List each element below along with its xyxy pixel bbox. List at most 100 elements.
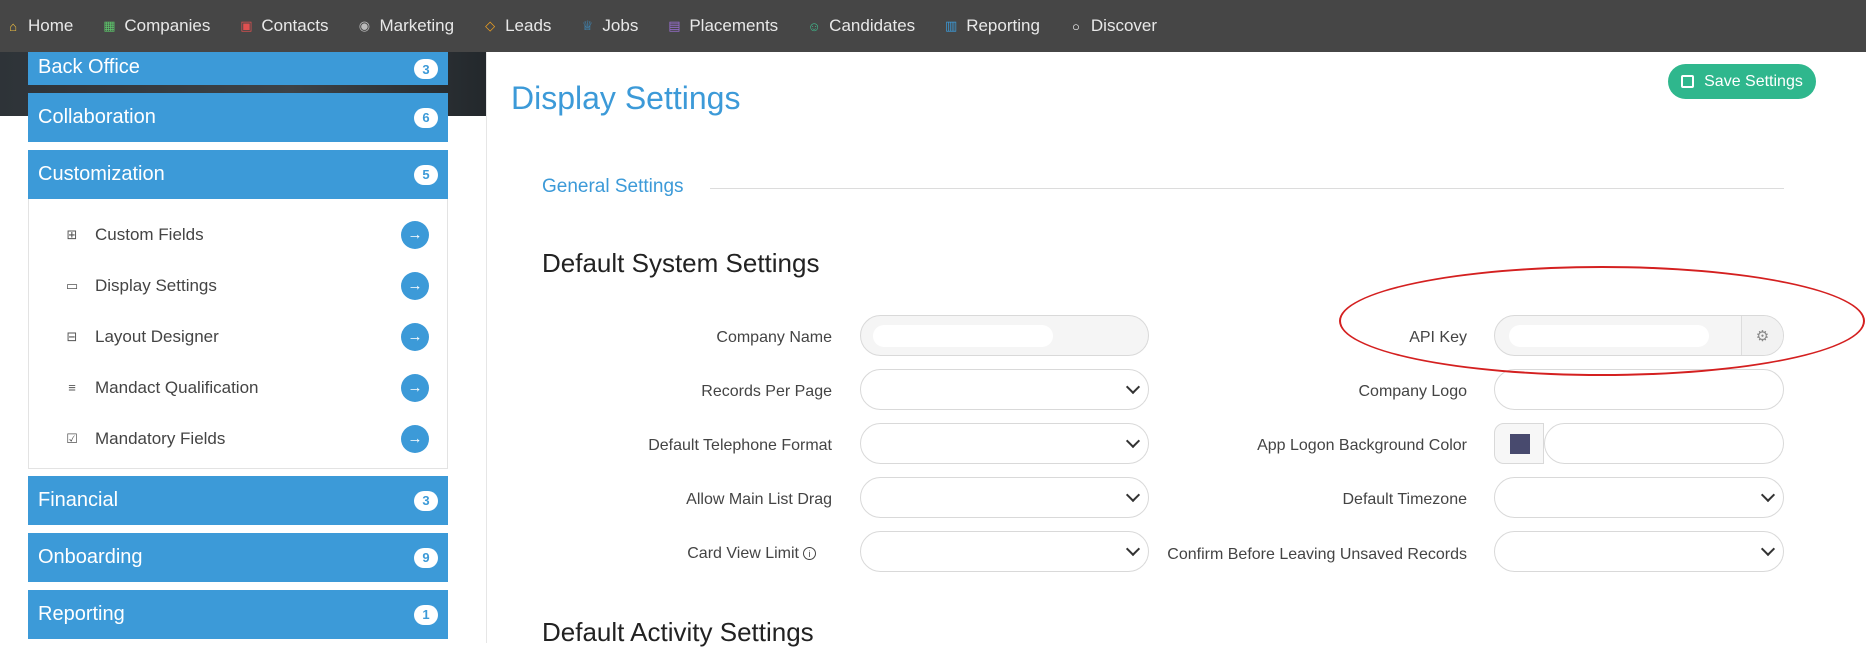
records-per-page-select[interactable] [860, 369, 1149, 410]
label-default-telephone-format: Default Telephone Format [648, 437, 832, 454]
monitor-icon: ▭ [65, 277, 79, 293]
label-confirm-before-leaving: Confirm Before Leaving Unsaved Records [1167, 546, 1467, 563]
sidebar-category-collaboration[interactable]: Collaboration 6 [28, 93, 448, 142]
count-badge: 1 [414, 604, 438, 625]
label-allow-main-list-drag: Allow Main List Drag [686, 491, 832, 508]
nav-home[interactable]: ⌂ Home [5, 16, 73, 36]
sidebar-item-layout-designer[interactable]: ⊟ Layout Designer → [29, 311, 447, 362]
chevron-down-icon [1760, 541, 1776, 557]
layout-icon: ⊟ [66, 328, 78, 344]
table-icon: ⊞ [66, 226, 78, 242]
api-key-field[interactable]: ⚙ [1494, 315, 1784, 356]
logon-background-color-field[interactable] [1544, 423, 1784, 464]
sidebar-item-label: Layout Designer [95, 326, 219, 346]
nav-companies[interactable]: ▦ Companies [101, 16, 210, 36]
save-label: Save Settings [1704, 72, 1803, 90]
category-label: Financial [38, 489, 119, 511]
customization-subpanel: ⊞ Custom Fields → ▭ Display Settings → ⊟ Layo… [28, 199, 448, 469]
checkbox-icon: ☑ [66, 430, 78, 446]
nav-label: Home [28, 16, 74, 35]
allow-main-list-drag-select[interactable] [860, 477, 1149, 518]
nav-label: Marketing [379, 16, 455, 35]
nav-reporting[interactable]: ▥ Reporting [943, 16, 1040, 36]
sidebar: Back Office 3 Collaboration 6 Customizatio… [0, 52, 486, 643]
color-picker-button[interactable] [1494, 423, 1544, 464]
diamond-icon: ◇ [485, 18, 496, 33]
trophy-icon: ♕ [581, 18, 594, 33]
nav-label: Placements [689, 16, 779, 35]
nav-discover[interactable]: ○ Discover [1068, 16, 1157, 36]
sidebar-item-custom-fields[interactable]: ⊞ Custom Fields → [29, 209, 447, 260]
list-icon: ≡ [68, 380, 76, 395]
building-icon: ▦ [103, 18, 116, 33]
heading-default-activity-settings: Default Activity Settings [542, 617, 814, 647]
nav-placements[interactable]: ▤ Placements [666, 16, 778, 36]
chevron-down-icon [1125, 433, 1141, 449]
arrow-right-icon[interactable]: → [401, 373, 429, 402]
company-logo-field[interactable] [1494, 369, 1784, 410]
redacted-value [1509, 325, 1709, 347]
sidebar-category-onboarding[interactable]: Onboarding 9 [28, 533, 448, 582]
search-icon: ○ [1071, 18, 1080, 34]
floppy-disk-icon [1681, 75, 1695, 88]
category-label: Customization [38, 163, 165, 185]
contact-card-icon: ▣ [240, 18, 253, 33]
category-label: Onboarding [38, 546, 143, 568]
sidebar-item-label: Display Settings [95, 275, 217, 295]
company-name-field[interactable] [860, 315, 1149, 356]
confirm-before-leaving-select[interactable] [1494, 531, 1784, 572]
label-text: Card View Limit [687, 545, 799, 562]
tab-general-settings[interactable]: General Settings [542, 176, 684, 198]
count-badge: 3 [414, 59, 438, 79]
sidebar-divider [486, 52, 487, 643]
nav-contacts[interactable]: ▣ Contacts [238, 16, 328, 36]
label-default-timezone: Default Timezone [1342, 491, 1467, 508]
bar-chart-icon: ▥ [945, 18, 958, 33]
count-badge: 5 [414, 164, 438, 185]
nav-leads[interactable]: ◇ Leads [482, 16, 551, 36]
default-timezone-select[interactable] [1494, 477, 1784, 518]
count-badge: 6 [414, 107, 438, 128]
sidebar-item-display-settings[interactable]: ▭ Display Settings → [29, 260, 447, 311]
nav-label: Contacts [261, 16, 329, 35]
gear-icon[interactable]: ⚙ [1741, 316, 1783, 355]
sidebar-item-mandact-qualification[interactable]: ≡ Mandact Qualification → [29, 362, 447, 413]
sidebar-category-customization[interactable]: Customization 5 [28, 150, 448, 199]
nav-label: Jobs [602, 16, 639, 35]
nav-label: Leads [505, 16, 552, 35]
label-api-key: API Key [1409, 329, 1467, 346]
label-card-view-limit: Card View Limit i [516, 545, 816, 563]
sidebar-item-mandatory-fields[interactable]: ☑ Mandatory Fields → [29, 413, 447, 464]
sidebar-category-financial[interactable]: Financial 3 [28, 476, 448, 525]
card-view-limit-select[interactable] [860, 531, 1149, 572]
nav-candidates[interactable]: ☺ Candidates [806, 16, 916, 36]
sidebar-category-reporting[interactable]: Reporting 1 [28, 590, 448, 639]
redacted-value [1509, 541, 1739, 563]
chevron-down-icon [1125, 541, 1141, 557]
sidebar-category-back-office[interactable]: Back Office 3 [28, 52, 448, 85]
chevron-down-icon [1125, 487, 1141, 503]
save-settings-button[interactable]: Save Settings [1668, 64, 1816, 99]
arrow-right-icon[interactable]: → [401, 220, 429, 249]
count-badge: 3 [414, 490, 438, 511]
label-company-logo: Company Logo [1358, 383, 1467, 400]
nav-label: Companies [124, 16, 211, 35]
telephone-format-select[interactable] [860, 423, 1149, 464]
chevron-down-icon [1125, 379, 1141, 395]
nav-label: Reporting [966, 16, 1040, 35]
category-label: Back Office [38, 56, 140, 78]
nav-label: Candidates [829, 16, 916, 35]
arrow-right-icon[interactable]: → [401, 271, 429, 300]
arrow-right-icon[interactable]: → [401, 322, 429, 351]
users-icon: ☺ [807, 18, 821, 34]
sidebar-categories: Back Office 3 Collaboration 6 Customizatio… [28, 52, 448, 647]
label-records-per-page: Records Per Page [701, 383, 832, 400]
nav-marketing[interactable]: ◉ Marketing [356, 16, 454, 36]
nav-jobs[interactable]: ♕ Jobs [579, 16, 639, 36]
info-icon[interactable]: i [803, 547, 816, 560]
nav-label: Discover [1090, 16, 1158, 35]
chevron-down-icon [1760, 487, 1776, 503]
sidebar-item-label: Mandact Qualification [95, 377, 259, 397]
arrow-right-icon[interactable]: → [401, 424, 429, 453]
label-app-logon-background-color: App Logon Background Color [1257, 437, 1467, 454]
